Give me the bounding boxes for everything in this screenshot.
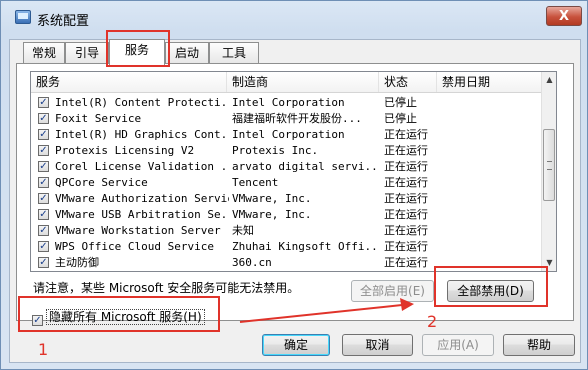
tab-services[interactable]: 服务 <box>109 39 165 65</box>
annotation-arrow-icon <box>239 298 414 323</box>
